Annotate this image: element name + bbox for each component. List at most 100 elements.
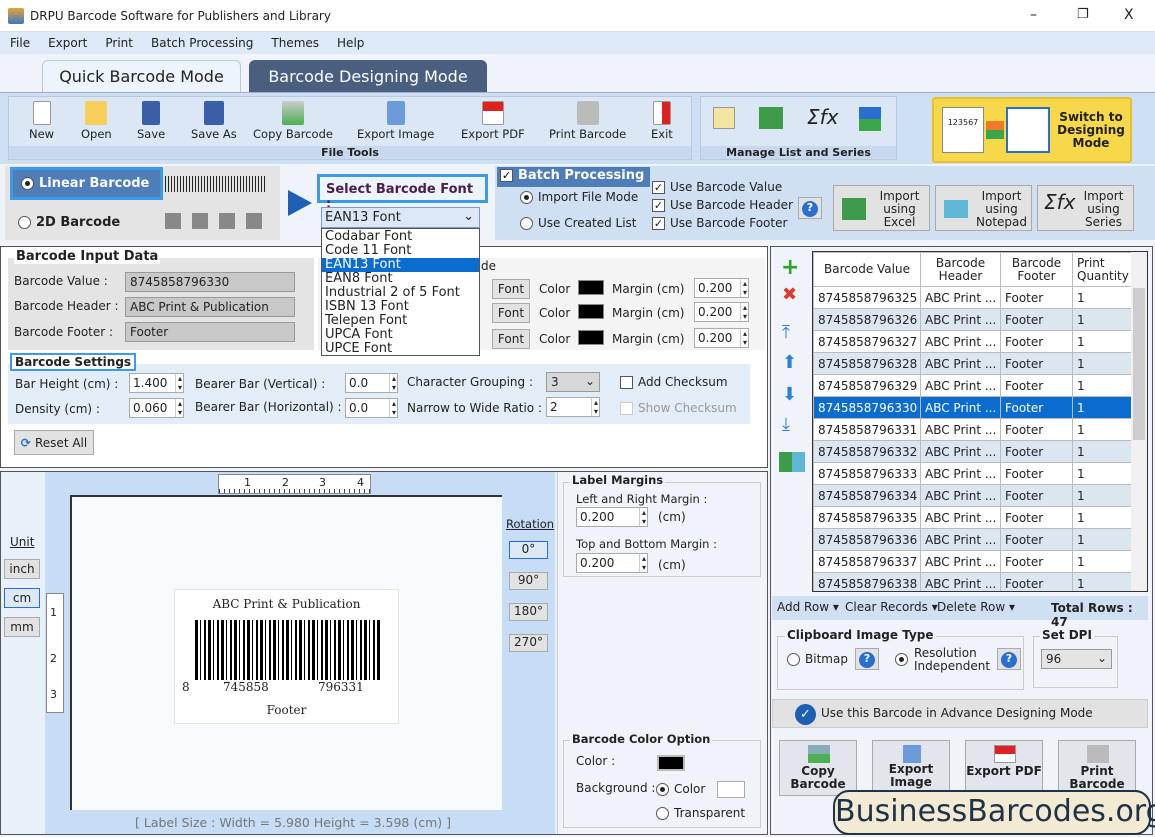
table-cell[interactable]: 8745858796333 bbox=[813, 462, 921, 485]
table-row[interactable]: 8745858796326 ABC Print ... Footer 1 bbox=[813, 308, 1133, 331]
copy-barcode-action-button[interactable]: Copy Barcode bbox=[779, 740, 857, 796]
table-row[interactable]: 8745858796327 ABC Print ... Footer 1 bbox=[813, 330, 1133, 353]
table-cell[interactable]: 8745858796335 bbox=[813, 506, 921, 529]
advance-designing-button[interactable]: ✓ Use this Barcode in Advance Designing M… bbox=[772, 699, 1148, 728]
unit-mm-button[interactable]: mm bbox=[4, 617, 40, 637]
table-cell[interactable]: 8745858796331 bbox=[813, 418, 921, 441]
table-cell[interactable]: 8745858796329 bbox=[813, 374, 921, 397]
barcode-header-input[interactable]: ABC Print & Publication bbox=[125, 297, 295, 317]
table-cell[interactable]: Footer bbox=[1000, 528, 1073, 551]
background-transparent-radio[interactable]: Transparent bbox=[656, 806, 745, 820]
menu-help[interactable]: Help bbox=[337, 36, 364, 50]
font-option[interactable]: ISBN 13 Font bbox=[322, 300, 479, 314]
move-top-icon[interactable]: ⤒ bbox=[782, 322, 790, 343]
table-cell[interactable]: 8745858796325 bbox=[813, 286, 921, 309]
table-cell[interactable]: 8745858796332 bbox=[813, 440, 921, 463]
table-cell[interactable]: 1 bbox=[1072, 572, 1133, 591]
exit-button[interactable]: Exit bbox=[651, 101, 673, 141]
table-cell[interactable]: 1 bbox=[1072, 484, 1133, 507]
batch-processing-header[interactable]: ✓ Batch Processing bbox=[497, 167, 650, 187]
font-option[interactable]: UPCA Font bbox=[322, 328, 479, 342]
table-cell[interactable]: Footer bbox=[1000, 572, 1073, 591]
column-header[interactable]: Barcode Footer bbox=[1000, 252, 1073, 287]
table-row[interactable]: 8745858796329 ABC Print ... Footer 1 bbox=[813, 374, 1133, 397]
move-bottom-icon[interactable]: ⤓ bbox=[782, 414, 790, 435]
import-excel-button[interactable]: Import using Excel bbox=[833, 185, 930, 231]
table-row[interactable]: 8745858796333 ABC Print ... Footer 1 bbox=[813, 462, 1133, 485]
table-cell[interactable]: Footer bbox=[1000, 462, 1073, 485]
background-color-swatch[interactable] bbox=[717, 781, 745, 798]
menu-print[interactable]: Print bbox=[105, 36, 133, 50]
ratio-spinner[interactable]: 2 bbox=[546, 397, 600, 417]
save-button[interactable]: Save bbox=[137, 101, 165, 141]
export-pdf-action-button[interactable]: Export PDF bbox=[965, 740, 1043, 796]
table-cell[interactable]: ABC Print ... bbox=[920, 506, 1001, 529]
export-excel-icon[interactable] bbox=[779, 452, 805, 472]
table-cell[interactable]: 1 bbox=[1072, 418, 1133, 441]
menu-themes[interactable]: Themes bbox=[271, 36, 319, 50]
export-image-button[interactable]: Export Image bbox=[357, 101, 434, 141]
left-right-margin-spinner[interactable]: 0.200 bbox=[576, 507, 648, 527]
table-cell[interactable]: ABC Print ... bbox=[920, 286, 1001, 309]
table-row[interactable]: 8745858796337 ABC Print ... Footer 1 bbox=[813, 550, 1133, 573]
bearer-vertical-spinner[interactable]: 0.0 bbox=[345, 373, 398, 393]
tab-quick-barcode-mode[interactable]: Quick Barcode Mode bbox=[42, 60, 241, 92]
table-cell[interactable]: Footer bbox=[1000, 286, 1073, 309]
table-cell[interactable]: ABC Print ... bbox=[920, 308, 1001, 331]
table-cell[interactable]: Footer bbox=[1000, 418, 1073, 441]
edit-list-icon[interactable] bbox=[713, 107, 735, 129]
rotation-90-button[interactable]: 90° bbox=[509, 572, 548, 590]
restore-button[interactable]: ❐ bbox=[1077, 7, 1089, 22]
table-cell[interactable]: 1 bbox=[1072, 462, 1133, 485]
import-file-mode-radio[interactable]: Import File Mode bbox=[520, 190, 638, 204]
table-cell[interactable]: 8745858796337 bbox=[813, 550, 921, 573]
table-cell[interactable]: Footer bbox=[1000, 440, 1073, 463]
move-down-icon[interactable]: ⬇ bbox=[782, 384, 797, 405]
show-checksum-checkbox[interactable]: Show Checksum bbox=[620, 401, 737, 415]
table-cell[interactable]: ABC Print ... bbox=[920, 440, 1001, 463]
add-row-icon[interactable]: + bbox=[781, 255, 799, 280]
top-bottom-margin-spinner[interactable]: 0.200 bbox=[576, 553, 648, 573]
table-cell[interactable]: 8745858796334 bbox=[813, 484, 921, 507]
rotation-0-button[interactable]: 0° bbox=[509, 541, 548, 559]
table-cell[interactable]: ABC Print ... bbox=[920, 550, 1001, 573]
table-cell[interactable]: ABC Print ... bbox=[920, 396, 1001, 419]
use-barcode-header-checkbox[interactable]: ✓ Use Barcode Header bbox=[652, 198, 793, 212]
table-cell[interactable]: 1 bbox=[1072, 440, 1133, 463]
unit-inch-button[interactable]: inch bbox=[4, 559, 40, 579]
font-option[interactable]: Code 11 Font bbox=[322, 244, 479, 258]
add-checksum-checkbox[interactable]: Add Checksum bbox=[620, 375, 728, 389]
swap-icon[interactable] bbox=[859, 107, 881, 131]
bar-height-spinner[interactable]: 1.400 bbox=[129, 373, 184, 393]
clear-records-menu[interactable]: Clear Records ▾ bbox=[845, 600, 938, 614]
linear-barcode-option[interactable]: Linear Barcode bbox=[10, 167, 163, 200]
column-header[interactable]: Barcode Value bbox=[813, 252, 921, 287]
font-option[interactable]: EAN13 Font bbox=[322, 258, 479, 272]
batch-help-button[interactable]: ? bbox=[798, 197, 822, 219]
table-cell[interactable]: Footer bbox=[1000, 550, 1073, 573]
density-spinner[interactable]: 0.060 bbox=[129, 398, 184, 418]
table-cell[interactable]: Footer bbox=[1000, 330, 1073, 353]
rotation-180-button[interactable]: 180° bbox=[509, 603, 548, 621]
dpi-select[interactable]: 96 ⌄ bbox=[1041, 649, 1112, 669]
font-option[interactable]: Telepen Font bbox=[322, 314, 479, 328]
minimize-button[interactable]: – bbox=[1030, 7, 1037, 23]
table-cell[interactable]: ABC Print ... bbox=[920, 352, 1001, 375]
excel-icon[interactable] bbox=[759, 107, 783, 129]
print-barcode-button[interactable]: Print Barcode bbox=[549, 101, 626, 141]
grid-scrollbar[interactable] bbox=[1131, 252, 1147, 591]
value-margin-spinner[interactable]: 0.200 bbox=[694, 278, 749, 298]
barcode-value-input[interactable]: 8745858796330 bbox=[125, 272, 295, 292]
table-cell[interactable]: 1 bbox=[1072, 308, 1133, 331]
table-cell[interactable]: Footer bbox=[1000, 396, 1073, 419]
use-barcode-footer-checkbox[interactable]: ✓ Use Barcode Footer bbox=[652, 216, 787, 230]
use-barcode-value-checkbox[interactable]: ✓ Use Barcode Value bbox=[652, 180, 782, 194]
header-margin-spinner[interactable]: 0.200 bbox=[694, 302, 749, 322]
table-row[interactable]: 8745858796335 ABC Print ... Footer 1 bbox=[813, 506, 1133, 529]
font-select[interactable]: EAN13 Font ⌄ bbox=[321, 207, 480, 228]
footer-color-swatch[interactable] bbox=[578, 330, 604, 345]
table-cell[interactable]: 1 bbox=[1072, 550, 1133, 573]
table-cell[interactable]: Footer bbox=[1000, 308, 1073, 331]
reset-all-button[interactable]: ⟳ Reset All bbox=[14, 430, 94, 455]
background-color-radio[interactable]: Color bbox=[656, 782, 705, 796]
